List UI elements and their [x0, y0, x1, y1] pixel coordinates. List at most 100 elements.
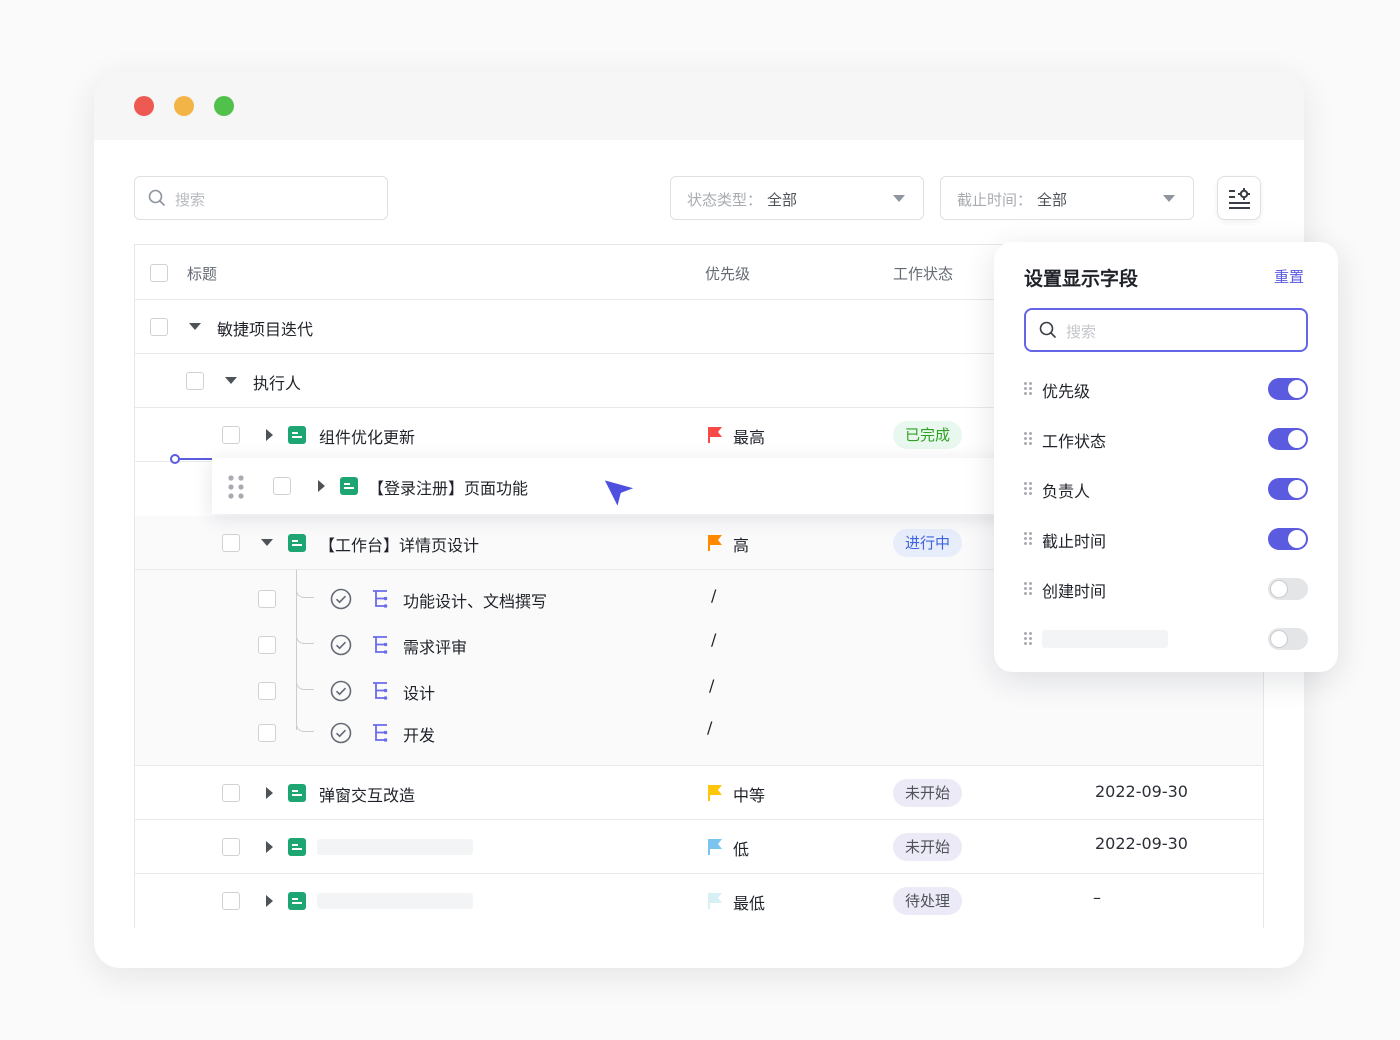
field-toggle[interactable]: [1268, 378, 1308, 400]
table-row-checkbox[interactable]: [258, 590, 276, 608]
subtask-tree-icon: [373, 682, 388, 700]
search-icon: [148, 189, 165, 206]
row-deadline: 2022-09-30: [1095, 834, 1188, 853]
field-toggle[interactable]: [1268, 478, 1308, 500]
field-toggle[interactable]: [1268, 428, 1308, 450]
minimize-window-button[interactable]: [174, 96, 194, 116]
drop-indicator-line: [174, 458, 214, 460]
field-item-assignee[interactable]: 负责人: [1024, 474, 1308, 504]
field-settings-button[interactable]: [1217, 176, 1261, 220]
deadline-filter[interactable]: 截止时间： 全部: [940, 176, 1194, 220]
expand-triangle-icon[interactable]: [266, 429, 273, 441]
group-title: 敏捷项目迭代: [217, 320, 314, 339]
tree-branch: [296, 680, 314, 690]
subtask-tree-icon: [373, 724, 388, 742]
tree-branch: [296, 634, 314, 644]
expand-triangle-icon[interactable]: [266, 841, 273, 853]
field-name: 创建时间: [1042, 582, 1107, 601]
table-row-checkbox[interactable]: [222, 784, 240, 802]
priority-flag-icon: [708, 839, 722, 855]
status-badge: 进行中: [893, 529, 963, 557]
table-row[interactable]: 低 未开始 2022-09-30: [135, 820, 1263, 874]
search-input[interactable]: 搜索: [134, 176, 388, 220]
priority-flag-icon: [708, 893, 722, 909]
collapse-triangle-icon[interactable]: [261, 539, 273, 546]
expand-triangle-icon[interactable]: [266, 895, 273, 907]
drag-handle-icon[interactable]: [1024, 382, 1034, 396]
field-item-status[interactable]: 工作状态: [1024, 424, 1308, 454]
field-settings-panel: 设置显示字段 重置 搜索 优先级 工作状态 负责人 截止时间 创建时间: [994, 242, 1338, 672]
collapse-triangle-icon[interactable]: [189, 323, 201, 330]
priority-flag-icon: [708, 535, 722, 551]
title-bar: [94, 72, 1304, 140]
field-search-input[interactable]: 搜索: [1024, 308, 1308, 352]
column-header-priority: 优先级: [705, 265, 751, 283]
subtask-title: 需求评审: [403, 638, 468, 657]
subtask-title: 设计: [403, 684, 436, 703]
check-circle-icon[interactable]: [330, 722, 352, 744]
expand-triangle-icon[interactable]: [266, 787, 273, 799]
subtask-tree-icon: [373, 636, 388, 654]
collapse-triangle-icon[interactable]: [225, 377, 237, 384]
field-item-placeholder[interactable]: [1024, 624, 1308, 654]
field-toggle[interactable]: [1268, 628, 1308, 650]
field-name-placeholder-bar: [1042, 630, 1168, 648]
drag-handle-icon[interactable]: [1024, 432, 1034, 446]
row-priority: 高: [733, 536, 750, 555]
drag-handle-icon[interactable]: [1024, 582, 1034, 596]
row-priority: 中等: [733, 786, 766, 805]
expand-triangle-icon[interactable]: [318, 480, 325, 492]
search-icon: [1039, 321, 1056, 338]
document-icon: [288, 892, 306, 910]
table-row-checkbox[interactable]: [273, 477, 291, 495]
drag-handle-icon[interactable]: [1024, 532, 1034, 546]
field-item-created-time[interactable]: 创建时间: [1024, 574, 1308, 604]
status-type-label: 状态类型：: [687, 191, 763, 209]
field-name: 负责人: [1042, 482, 1091, 501]
tree-branch: [296, 588, 314, 598]
table-row-checkbox[interactable]: [258, 682, 276, 700]
select-all-checkbox[interactable]: [150, 264, 168, 282]
table-row-checkbox[interactable]: [222, 838, 240, 856]
reset-button[interactable]: 重置: [1274, 266, 1304, 287]
table-row-checkbox[interactable]: [222, 426, 240, 444]
title-placeholder-bar: [317, 839, 473, 855]
field-item-priority[interactable]: 优先级: [1024, 374, 1308, 404]
status-badge: 未开始: [893, 833, 963, 861]
drop-indicator-dot: [170, 454, 180, 464]
table-row-checkbox[interactable]: [222, 892, 240, 910]
table-row[interactable]: 最低 待处理 –: [135, 874, 1263, 928]
row-priority: 最低: [733, 894, 766, 913]
table-row-checkbox[interactable]: [258, 724, 276, 742]
check-circle-icon[interactable]: [330, 588, 352, 610]
table-row-checkbox[interactable]: [222, 534, 240, 552]
chevron-down-icon: [1163, 195, 1175, 202]
table-row-checkbox[interactable]: [186, 372, 204, 390]
close-window-button[interactable]: [134, 96, 154, 116]
field-toggle[interactable]: [1268, 578, 1308, 600]
chevron-down-icon: [893, 195, 905, 202]
column-header-title: 标题: [187, 265, 218, 283]
status-type-filter[interactable]: 状态类型： 全部: [670, 176, 924, 220]
table-row-checkbox[interactable]: [258, 636, 276, 654]
panel-title: 设置显示字段: [1024, 268, 1139, 290]
check-circle-icon[interactable]: [330, 680, 352, 702]
drag-handle-icon[interactable]: [1024, 482, 1034, 496]
row-priority: 最高: [733, 428, 766, 447]
subtask-item[interactable]: 开发 /: [135, 714, 1263, 752]
drag-handle-icon[interactable]: [227, 474, 245, 500]
subtask-item[interactable]: 设计 /: [135, 672, 1263, 710]
list-settings-icon: [1229, 188, 1250, 209]
row-title: 【登录注册】页面功能: [368, 479, 529, 498]
status-badge: 已完成: [893, 421, 963, 449]
subtask-title: 功能设计、文档撰写: [403, 592, 548, 611]
title-placeholder-bar: [317, 893, 473, 909]
maximize-window-button[interactable]: [214, 96, 234, 116]
drag-handle-icon[interactable]: [1024, 632, 1034, 646]
table-row-checkbox[interactable]: [150, 318, 168, 336]
check-circle-icon[interactable]: [330, 634, 352, 656]
status-type-value: 全部: [767, 191, 798, 209]
field-item-deadline[interactable]: 截止时间: [1024, 524, 1308, 554]
field-toggle[interactable]: [1268, 528, 1308, 550]
table-row[interactable]: 弹窗交互改造 中等 未开始 2022-09-30: [135, 766, 1263, 820]
